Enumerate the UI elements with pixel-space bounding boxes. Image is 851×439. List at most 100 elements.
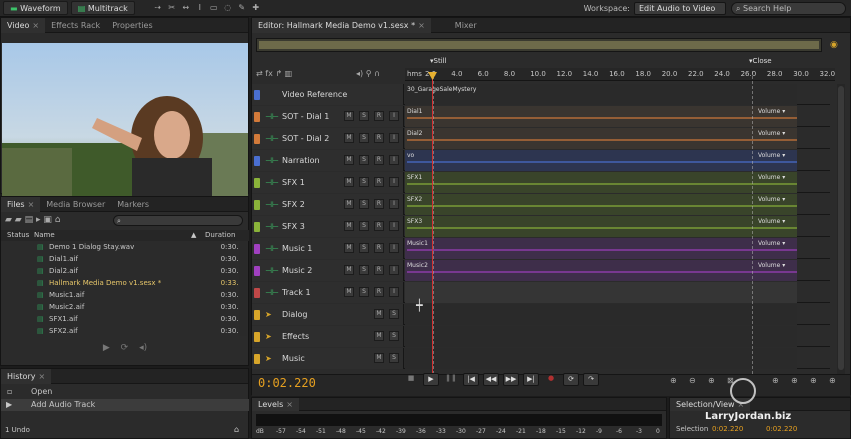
bus-lane[interactable]	[405, 348, 797, 369]
track-row[interactable]: ➤ Music M S	[252, 348, 830, 369]
track-row[interactable]: ⊣⊢ Track 1 MSRI	[252, 282, 830, 303]
trash-icon[interactable]: ⌂	[234, 425, 239, 434]
track-header[interactable]: Video Reference	[252, 84, 404, 105]
overview-thumb[interactable]	[259, 41, 819, 49]
marker-close[interactable]: ▾Close	[749, 57, 772, 65]
fast-forward-button[interactable]: ▶▶	[503, 373, 519, 386]
solo-button[interactable]: S	[359, 111, 369, 121]
audio-clip[interactable]: SFX2 Volume ▾	[405, 194, 797, 215]
open-folder-icon[interactable]: ▰	[5, 215, 12, 225]
tab-markers[interactable]: Markers	[111, 197, 155, 212]
go-to-end-button[interactable]: ▶|	[523, 373, 539, 386]
monitor-button[interactable]: I	[389, 265, 399, 275]
track-name[interactable]: SFX 1	[282, 172, 305, 193]
timeline-ruler[interactable]: hms 2.04.06.08.010.012.014.016.018.020.0…	[405, 68, 835, 81]
mute-button[interactable]: M	[374, 331, 384, 341]
track-name[interactable]: SFX 2	[282, 194, 305, 215]
volume-icon[interactable]: ◂)	[356, 69, 363, 78]
history-item[interactable]: ▫ Open	[1, 386, 249, 398]
mute-button[interactable]: M	[344, 177, 354, 187]
selection-end[interactable]: 0:02.220	[766, 425, 797, 433]
track-name[interactable]: SFX 3	[282, 216, 305, 237]
arm-record-button[interactable]: R	[374, 221, 384, 231]
loop-button[interactable]: ⟳	[563, 373, 579, 386]
lasso-icon[interactable]: ◌	[223, 3, 233, 13]
track-name[interactable]: Effects	[282, 326, 309, 347]
tab-properties[interactable]: Properties	[106, 18, 158, 33]
track-row[interactable]: ⊣⊢ SFX 3 M S R I SFX3 Volume ▾	[252, 216, 830, 237]
tab-levels[interactable]: Levels ×	[252, 397, 299, 411]
razor-tool-icon[interactable]: ✂	[167, 3, 177, 13]
bus-lane[interactable]	[405, 326, 797, 347]
files-scrollbar[interactable]	[239, 241, 247, 336]
arm-record-button[interactable]: R	[374, 177, 384, 187]
marker-still[interactable]: ▾Still	[430, 57, 447, 65]
track-row[interactable]: ⊣⊢ Narration M S R Ivo Volume ▾	[252, 150, 830, 171]
track-row[interactable]: ⊣⊢ Music 1 M S R I Music1 Volume ▾	[252, 238, 830, 259]
selection-start[interactable]: 0:02.220	[712, 425, 743, 433]
close-icon[interactable]: ×	[32, 21, 39, 30]
video-lane[interactable]: 30_GarageSaleMystery	[405, 84, 797, 105]
track-name[interactable]: Music	[282, 348, 305, 369]
volume-envelope-label[interactable]: Volume ▾	[758, 108, 785, 115]
search-help-input[interactable]: ⌕ Search Help	[731, 1, 846, 15]
record-button[interactable]: ●	[543, 373, 559, 386]
multitrack-button[interactable]: ▤ Multitrack	[70, 1, 135, 15]
file-row[interactable]: ▤ SFX2.aif 0:30.0	[1, 325, 249, 337]
skip-button[interactable]: ↷	[583, 373, 599, 386]
track-header[interactable]: ⊣⊢ SFX 1 MSRI	[252, 172, 404, 193]
tab-media-browser[interactable]: Media Browser	[40, 197, 111, 212]
new-file-icon[interactable]: ▤	[25, 215, 34, 225]
workspace-select[interactable]: Edit Audio to Video	[634, 1, 726, 15]
stop-button[interactable]: ■	[403, 373, 419, 386]
file-row[interactable]: ▤ Hallmark Media Demo v1.sesx * 0:33.0	[1, 277, 249, 289]
slip-tool-icon[interactable]: ↔	[181, 3, 191, 13]
import-icon[interactable]: ▰	[15, 215, 22, 225]
mute-button[interactable]: M	[344, 243, 354, 253]
zoom-in-time-icon[interactable]: ⊕	[708, 376, 715, 385]
pause-button[interactable]: ❚❚	[443, 373, 459, 386]
track-name[interactable]: SOT - Dial 1	[282, 106, 329, 127]
track-name[interactable]: SOT - Dial 2	[282, 128, 329, 149]
mute-button[interactable]: M	[374, 353, 384, 363]
arm-record-button[interactable]: R	[374, 287, 384, 297]
track-header[interactable]: ⊣⊢ SFX 3 MSRI	[252, 216, 404, 237]
zoom-out-amplitude-icon[interactable]: ⊖	[689, 376, 696, 385]
track-header[interactable]: ⊣⊢ Track 1 MSRI	[252, 282, 404, 303]
sort-icon[interactable]: ▲	[191, 230, 196, 241]
track-row[interactable]: ➤ Dialog M S	[252, 304, 830, 325]
solo-button[interactable]: S	[389, 309, 399, 319]
zoom-out-point-icon[interactable]: ⊕	[810, 376, 817, 385]
volume-envelope-label[interactable]: Volume ▾	[758, 262, 785, 269]
tab-history[interactable]: History ×	[1, 368, 52, 384]
tab-mixer[interactable]: Mixer	[449, 18, 483, 33]
solo-button[interactable]: S	[359, 243, 369, 253]
solo-button[interactable]: S	[359, 155, 369, 165]
track-name[interactable]: Track 1	[282, 282, 311, 303]
track-header[interactable]: ➤ Dialog M S	[252, 304, 404, 325]
solo-button[interactable]: S	[359, 199, 369, 209]
arm-record-button[interactable]: R	[374, 133, 384, 143]
mute-button[interactable]: M	[344, 133, 354, 143]
audio-clip[interactable]: Dial1 Volume ▾	[405, 106, 797, 127]
monitor-button[interactable]: I	[389, 221, 399, 231]
solo-button[interactable]: S	[389, 353, 399, 363]
tab-files[interactable]: Files ×	[1, 196, 41, 212]
mute-button[interactable]: M	[344, 111, 354, 121]
mute-button[interactable]: M	[344, 155, 354, 165]
file-row[interactable]: ▤ Dial2.aif 0:30.0	[1, 265, 249, 277]
vertical-scrollbar[interactable]	[837, 84, 845, 374]
brush-icon[interactable]: ✎	[237, 3, 247, 13]
file-row[interactable]: ▤ Demo 1 Dialog Stay.wav 0:30.0	[1, 241, 249, 253]
trash-icon[interactable]: ⌂	[55, 215, 61, 225]
track-row[interactable]: ⊣⊢ Music 2 M S R I Music2 Volume ▾	[252, 260, 830, 281]
monitor-button[interactable]: I	[389, 133, 399, 143]
file-row[interactable]: ▤ Dial1.aif 0:30.0	[1, 253, 249, 265]
file-row[interactable]: ▤ Music1.aif 0:30.0	[1, 289, 249, 301]
track-header[interactable]: ➤ Music M S	[252, 348, 404, 369]
arm-record-button[interactable]: R	[374, 155, 384, 165]
audio-clip[interactable]: Dial2 Volume ▾	[405, 128, 797, 149]
close-icon[interactable]: ×	[286, 400, 293, 409]
loop-icon[interactable]: ⟳	[121, 343, 129, 353]
arm-record-button[interactable]: R	[374, 243, 384, 253]
